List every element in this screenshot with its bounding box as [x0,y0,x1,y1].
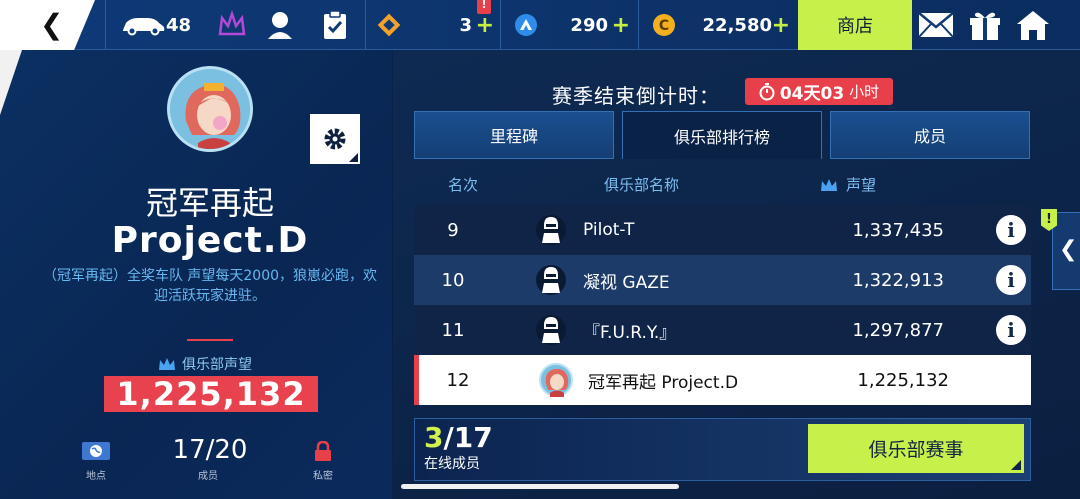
crown-league-icon [218,10,246,36]
corner-mark [349,153,358,162]
club-emblem-icon [539,363,573,397]
club-avatar [167,66,253,152]
row-club-name: 凝视 GAZE [583,272,670,293]
corner-mark [1011,460,1021,470]
shop-button[interactable]: 商店 [798,0,912,50]
header-reputation-group: 声望 [820,174,876,195]
credits-count: 22,580 [702,14,772,36]
league-button[interactable] [210,4,254,46]
driver-emblem-icon [534,313,568,347]
credits-counter[interactable]: C 22,580 + [638,0,798,50]
row-reputation: 1,297,877 [852,319,944,341]
reputation-label-row: 俱乐部声望 [158,354,278,374]
add-credits-button[interactable]: + [772,13,790,38]
home-icon [1017,11,1049,40]
cars-count: 48 [165,14,192,36]
globe-icon [82,442,110,460]
tab-club-leaderboard[interactable]: 俱乐部排行榜 [622,111,822,159]
location-label: 地点 [86,471,106,482]
lock-icon [314,440,332,461]
club-settings-button[interactable] [310,114,360,164]
mail-button[interactable] [914,4,958,46]
row-reputation: 1,225,132 [857,369,949,391]
row-reputation: 1,322,913 [852,269,944,291]
row-club-name: 冠军再起 Project.D [588,372,739,393]
row-rank: 11 [441,319,465,341]
crown-icon [159,358,175,370]
car-icon [122,18,165,36]
online-total: /17 [443,421,493,454]
driver-emblem-icon [534,213,568,247]
crown-icon [821,178,837,191]
countdown-unit: 小时 [849,83,880,101]
tokens-count: 3 [459,14,472,36]
season-countdown-label: 赛季结束倒计时： [552,84,720,108]
row-club-name: Pilot-T [583,220,635,240]
clipboard-check-icon [324,10,346,39]
cars-counter[interactable]: 48 [105,0,205,50]
table-row[interactable]: 10 凝视 GAZE 1,322,913 i [414,255,1031,305]
gift-icon [970,12,1000,40]
members-label: 成员 [198,471,218,482]
online-count: 3/17 [424,421,493,454]
season-countdown-badge: 04天03 小时 [745,78,893,105]
blueprints-counter[interactable]: 290 + [500,0,638,50]
row-rank: 12 [446,369,470,391]
blueprints-count: 290 [570,14,608,36]
row-rank: 10 [441,269,465,291]
club-description: （冠军再起）全奖车队 声望每天2000，狼崽必跑，欢迎活跃玩家进驻。 [42,268,378,304]
mail-icon [918,12,954,38]
gear-icon [324,128,346,150]
token-icon [377,13,401,37]
club-event-label: 俱乐部赛事 [868,439,964,461]
tab-milestones[interactable]: 里程碑 [414,111,614,159]
club-reputation-value: 1,225,132 [104,376,318,412]
side-drawer-tab[interactable]: ! ❮ [1041,209,1080,290]
table-row[interactable]: 9 Pilot-T 1,337,435 i [414,205,1031,255]
profile-button[interactable] [258,4,302,46]
row-rank: 9 [447,219,459,241]
privacy-label: 私密 [313,471,333,482]
countdown-days: 04天03 [779,84,845,104]
panel-corner [0,50,22,115]
divider [187,339,233,341]
club-event-button[interactable]: 俱乐部赛事 [808,424,1024,473]
leaderboard-table: 9 Pilot-T 1,337,435 i 10 凝视 GAZE 1,322,9… [414,205,1031,405]
blueprint-icon [515,14,537,36]
online-label: 在线成员 [424,456,480,472]
home-indicator[interactable] [401,484,679,489]
back-button[interactable]: ❮ [40,8,70,42]
row-reputation: 1,337,435 [852,219,944,241]
club-name-en: Project.D [111,220,309,261]
add-blueprints-button[interactable]: + [612,13,630,38]
header-reputation: 声望 [846,176,877,194]
gift-button[interactable] [963,4,1007,46]
svg-text:C: C [659,18,669,34]
credits-icon: C [653,14,675,36]
info-button[interactable]: i [996,265,1026,295]
table-row-own-club[interactable]: 12 冠军再起 Project.D 1,225,132 [414,355,1031,405]
driver-emblem-icon [534,263,568,297]
table-row[interactable]: 11 『F.U.R.Y.』 1,297,877 i [414,305,1031,355]
members-count: 17/20 [172,435,248,465]
tab-members[interactable]: 成员 [830,111,1030,159]
info-button[interactable]: i [996,315,1026,345]
add-tokens-button[interactable]: + [476,13,494,38]
home-button[interactable] [1011,4,1055,46]
tokens-counter[interactable]: 3 + ! [365,0,500,50]
row-club-name: 『F.U.R.Y.』 [583,322,677,343]
stopwatch-icon [759,82,775,100]
alert-badge: ! [477,0,491,14]
header-club-name: 俱乐部名称 [604,176,680,194]
info-button[interactable]: i [996,215,1026,245]
chevron-left-icon: ❮ [1059,237,1078,262]
club-name-cn: 冠军再起 [145,184,274,222]
online-current: 3 [424,421,444,454]
reputation-label: 俱乐部声望 [182,357,252,373]
profile-icon [268,12,292,39]
tasks-button[interactable] [313,4,357,46]
header-rank: 名次 [448,176,479,194]
